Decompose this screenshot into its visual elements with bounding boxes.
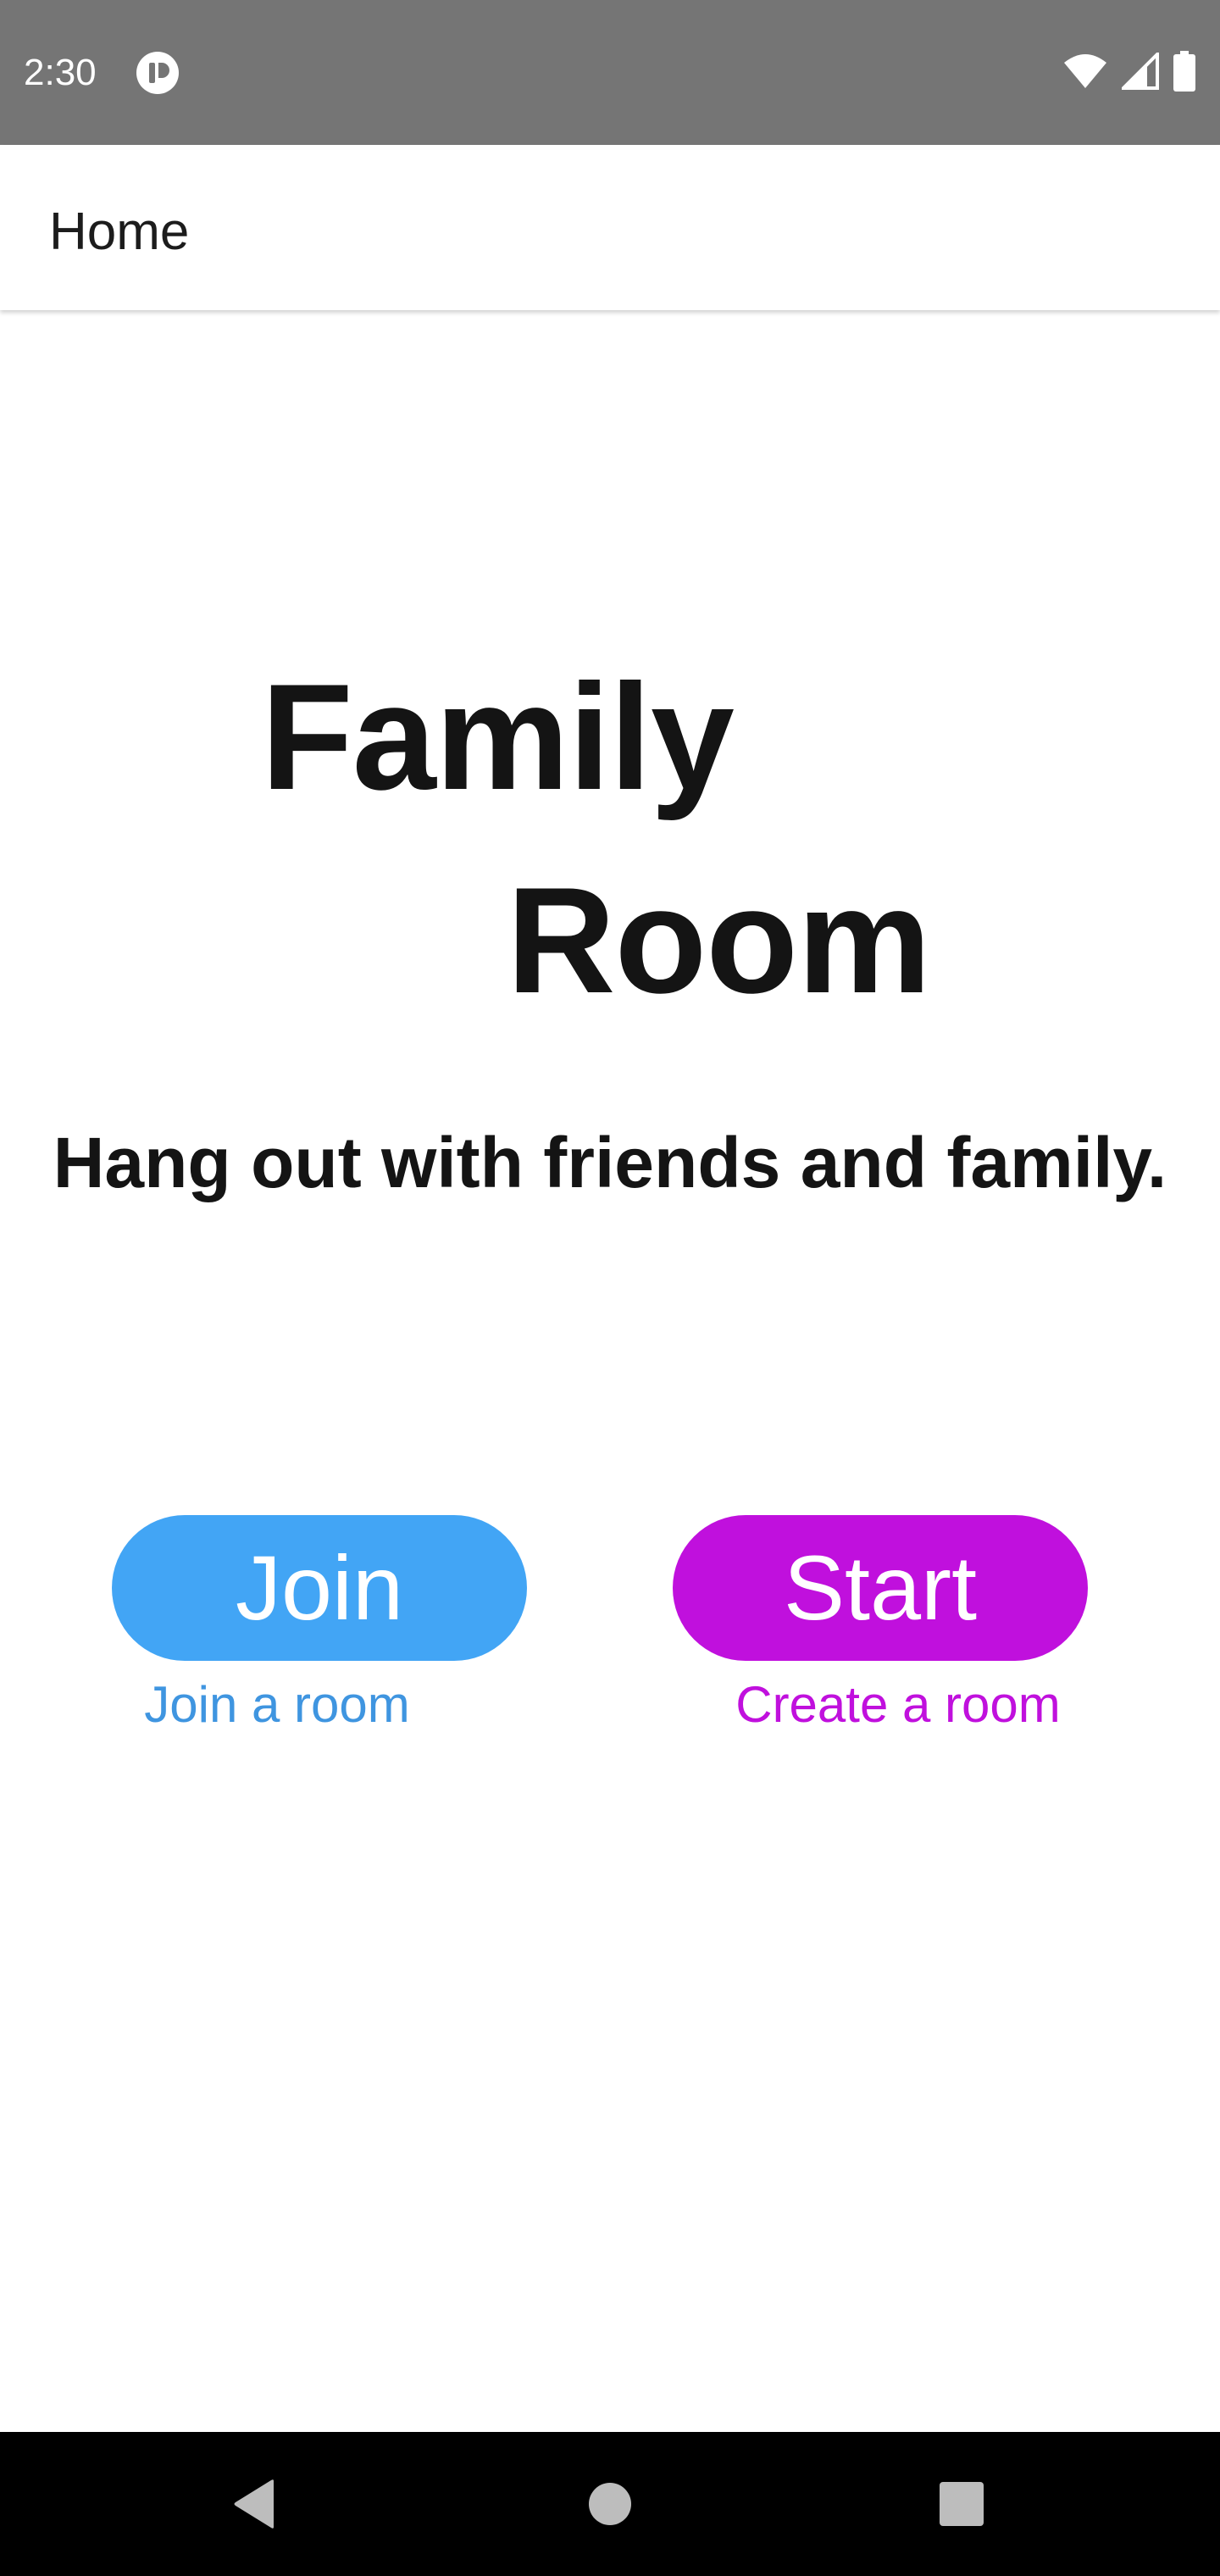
status-bar: 2:30 — [0, 0, 1220, 145]
home-button[interactable] — [538, 2432, 682, 2576]
tagline: Hang out with friends and family. — [53, 1123, 1167, 1202]
system-nav-bar — [0, 2432, 1220, 2576]
start-button[interactable]: Start — [673, 1515, 1088, 1661]
recents-button[interactable] — [890, 2432, 1034, 2576]
join-button[interactable]: Join — [112, 1515, 527, 1661]
recents-icon — [940, 2482, 984, 2526]
home-icon — [589, 2483, 631, 2525]
join-caption: Join a room — [144, 1676, 410, 1733]
back-button[interactable] — [182, 2432, 326, 2576]
status-icons — [1062, 49, 1196, 97]
wifi-icon — [1062, 53, 1108, 94]
notification-app-icon — [136, 51, 180, 95]
app-title-family: Family — [261, 652, 735, 821]
app-bar: Home — [0, 145, 1220, 310]
cell-signal-icon — [1119, 49, 1159, 94]
back-icon — [234, 2479, 274, 2529]
start-caption: Create a room — [735, 1676, 1061, 1733]
app-title-room: Room — [507, 856, 931, 1024]
page-title: Home — [49, 203, 190, 261]
battery-icon — [1173, 50, 1196, 96]
status-time: 2:30 — [24, 52, 97, 93]
